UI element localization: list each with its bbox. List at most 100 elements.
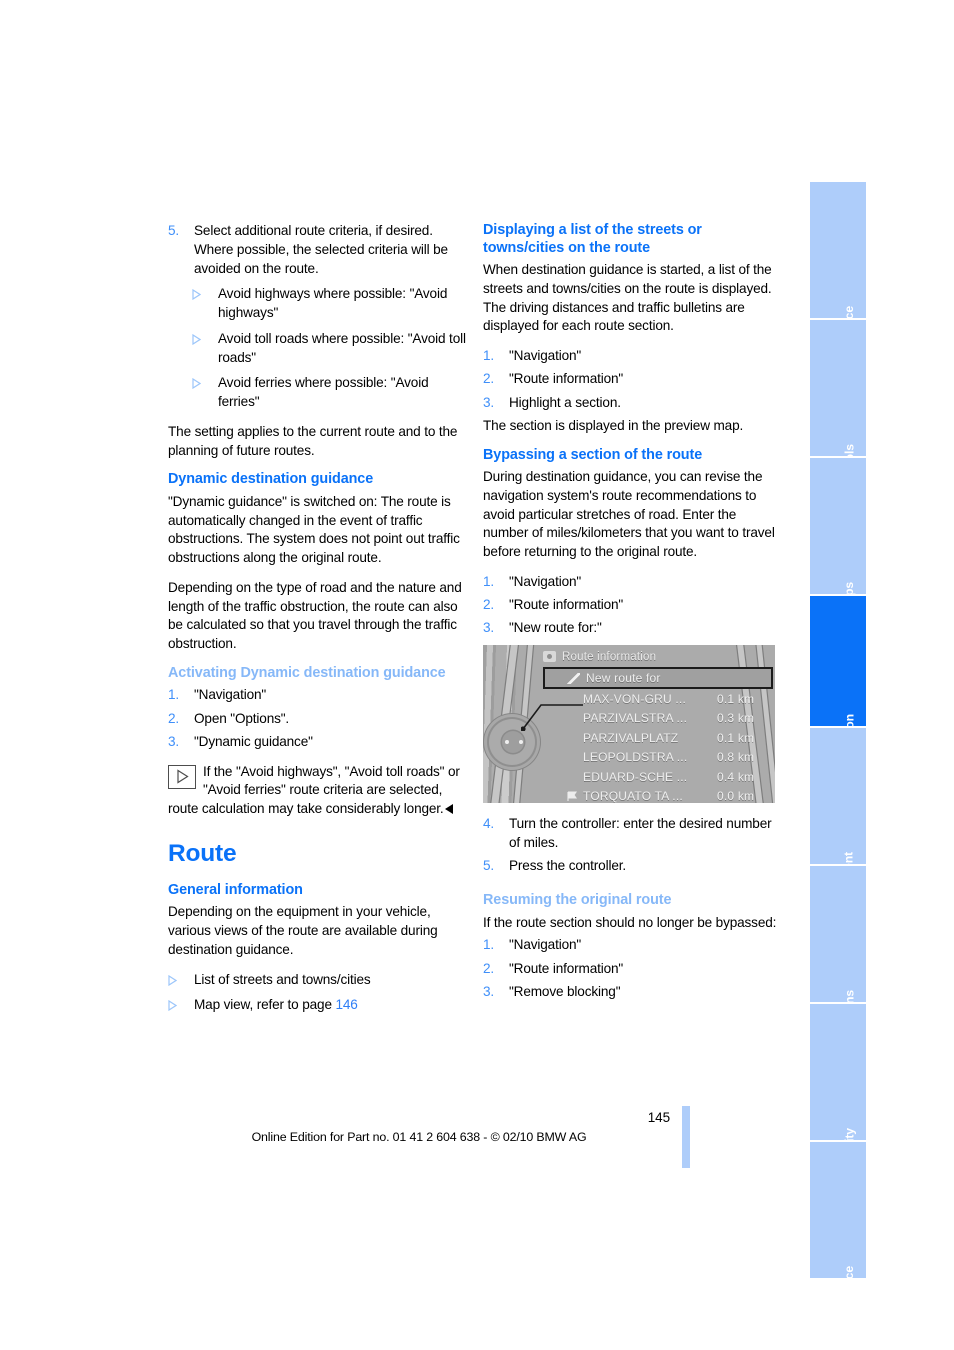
- step-number: 2.: [483, 960, 495, 976]
- right-column: Displaying a list of the streets or town…: [483, 222, 781, 1013]
- list-item[interactable]: TORQUATO TA ... 0.0 km: [543, 787, 773, 804]
- sidebar-tab-controls[interactable]: Controls: [810, 320, 866, 458]
- step-text: "New route for:": [509, 620, 602, 636]
- sidebar-tab-label: At a glance: [842, 306, 856, 318]
- row-street-name: EDUARD-SCHE ...: [583, 769, 688, 784]
- list-item: 1. "Navigation": [168, 686, 466, 705]
- row-distance: 0.4 km: [717, 769, 755, 784]
- destination-flag-icon: [567, 791, 578, 802]
- heading-general-information: General information: [168, 881, 303, 898]
- bypassing-step-list-continued: 4. Turn the controller: enter the desire…: [483, 815, 781, 876]
- page-edge-marker: [682, 1106, 690, 1168]
- row-street-name: PARZIVALPLATZ: [583, 730, 679, 745]
- route-information-screenshot: Route information New route for MAX-VON-…: [483, 645, 775, 804]
- step-text: "Navigation": [509, 937, 582, 953]
- figure-title: Route information: [562, 650, 657, 663]
- activating-step-list: 1. "Navigation" 2. Open "Options". 3. "D…: [168, 686, 466, 751]
- list-item[interactable]: PARZIVALPLATZ 0.1 km: [543, 728, 773, 748]
- manual-page: 5. Select additional route criteria, if …: [0, 0, 954, 1350]
- list-item: 1. "Navigation": [483, 573, 781, 592]
- list-item: 1. "Navigation": [483, 936, 781, 955]
- figure-title-bar: Route information: [543, 648, 775, 665]
- step-text: Press the controller.: [509, 858, 626, 874]
- dynamic-guidance-paragraph-2: Depending on the type of road and the na…: [168, 579, 462, 652]
- page-title-route: Route: [168, 839, 237, 867]
- list-item: 3. "New route for:": [483, 619, 781, 638]
- compass-icon: [543, 651, 556, 663]
- step-text: Turn the controller: enter the desired n…: [509, 816, 772, 850]
- bypassing-paragraph: During destination guidance, you can rev…: [483, 469, 775, 560]
- sidebar-tab-reference[interactable]: Reference: [810, 1142, 866, 1278]
- route-views-bullets: List of streets and towns/cities Map vie…: [168, 971, 466, 1016]
- sidebar-tab-label: Navigation: [842, 714, 856, 726]
- note-triangle-icon: [168, 764, 196, 789]
- step-text: "Remove blocking": [509, 983, 621, 999]
- step-text: Open "Options".: [194, 710, 290, 726]
- step-text: Highlight a section.: [509, 394, 621, 410]
- step-number: 5.: [168, 223, 180, 238]
- step-number: 1.: [483, 348, 495, 364]
- triangle-bullet-icon: [168, 1000, 177, 1012]
- list-item[interactable]: PARZIVALSTRA ... 0.3 km: [543, 709, 773, 729]
- list-item[interactable]: EDUARD-SCHE ... 0.4 km: [543, 767, 773, 787]
- bullet-text: Avoid ferries where possible: "Avoid fer…: [218, 375, 429, 409]
- list-item[interactable]: MAX-VON-GRU ... 0.1 km: [543, 689, 773, 709]
- bullet-text: Avoid highways where possible: "Avoid hi…: [218, 286, 448, 320]
- list-item: 5. Select additional route criteria, if …: [168, 222, 466, 278]
- sidebar-tab-entertainment[interactable]: Entertainment: [810, 728, 866, 866]
- dynamic-guidance-paragraph-1: "Dynamic guidance" is switched on: The r…: [168, 493, 460, 566]
- row-distance: 0.1 km: [717, 691, 755, 706]
- list-item[interactable]: LEOPOLDSTRA ... 0.8 km: [543, 748, 773, 768]
- sidebar-tab-driving-tips[interactable]: Driving tips: [810, 458, 866, 596]
- route-section-list: New route for MAX-VON-GRU ... 0.1 km PAR…: [543, 667, 773, 803]
- displaying-step-list: 1. "Navigation" 2. "Route information" 3…: [483, 347, 781, 412]
- sidebar-tab-communications[interactable]: Communications: [810, 866, 866, 1004]
- bullet-text: Map view, refer to page: [194, 997, 336, 1013]
- step-number: 2.: [168, 710, 180, 726]
- bullet-text: List of streets and towns/cities: [194, 971, 371, 987]
- sidebar-tab-label: Entertainment: [842, 852, 856, 864]
- step-number: 3.: [168, 733, 180, 749]
- sidebar-tab-navigation[interactable]: Navigation: [810, 596, 866, 728]
- list-item-selected[interactable]: New route for: [543, 667, 773, 690]
- triangle-bullet-icon: [168, 974, 177, 986]
- row-street-name: LEOPOLDSTRA ...: [583, 750, 688, 765]
- step-number: 5.: [483, 858, 495, 874]
- list-item: 2. Open "Options".: [168, 710, 466, 729]
- step-number: 2.: [483, 597, 495, 613]
- step-number: 1.: [168, 687, 180, 703]
- triangle-bullet-icon: [192, 378, 201, 390]
- step-number: 3.: [483, 620, 495, 636]
- row-street-name: PARZIVALSTRA ...: [583, 711, 688, 726]
- step-number: 3.: [483, 394, 495, 410]
- sidebar-tab-label: Reference: [842, 1266, 856, 1278]
- list-item: 4. Turn the controller: enter the desire…: [483, 815, 781, 853]
- step-number: 1.: [483, 573, 495, 589]
- list-item: 3. "Remove blocking": [483, 983, 781, 1002]
- row-distance: 0.1 km: [717, 730, 755, 745]
- bypassing-step-list: 1. "Navigation" 2. "Route information" 3…: [483, 573, 781, 638]
- page-number: 145: [647, 1110, 670, 1125]
- heading-bypassing-a-section: Bypassing a section of the route: [483, 446, 703, 463]
- step-text: "Navigation": [194, 687, 267, 703]
- row-distance: 0.0 km: [717, 789, 755, 804]
- sidebar-tab-label: Driving tips: [842, 582, 856, 594]
- caution-note-block: If the "Avoid highways", "Avoid toll roa…: [168, 763, 466, 819]
- sidebar-tab-at-a-glance[interactable]: At a glance: [810, 182, 866, 320]
- list-item: Avoid highways where possible: "Avoid hi…: [192, 285, 466, 323]
- sidebar-tab-label: Controls: [842, 444, 856, 456]
- row-distance: 0.8 km: [717, 750, 755, 765]
- list-item: Map view, refer to page 146: [168, 996, 466, 1015]
- bullet-text: Avoid toll roads where possible: "Avoid …: [218, 330, 466, 365]
- resuming-paragraph: If the route section should no longer be…: [483, 914, 777, 930]
- list-item: 2. "Route information": [483, 370, 781, 389]
- list-item: 3. Highlight a section.: [483, 394, 781, 413]
- step-text: "Route information": [509, 960, 624, 976]
- triangle-bullet-icon: [192, 333, 201, 345]
- step-text: Select additional route criteria, if des…: [194, 223, 448, 276]
- page-reference-link[interactable]: 146: [335, 997, 357, 1012]
- step-number: 1.: [483, 937, 495, 953]
- setting-note-paragraph: The setting applies to the current route…: [168, 423, 458, 458]
- heading-activating-dynamic-destination-guidance: Activating Dynamic destination guidance: [168, 664, 446, 681]
- sidebar-tab-mobility[interactable]: Mobility: [810, 1004, 866, 1142]
